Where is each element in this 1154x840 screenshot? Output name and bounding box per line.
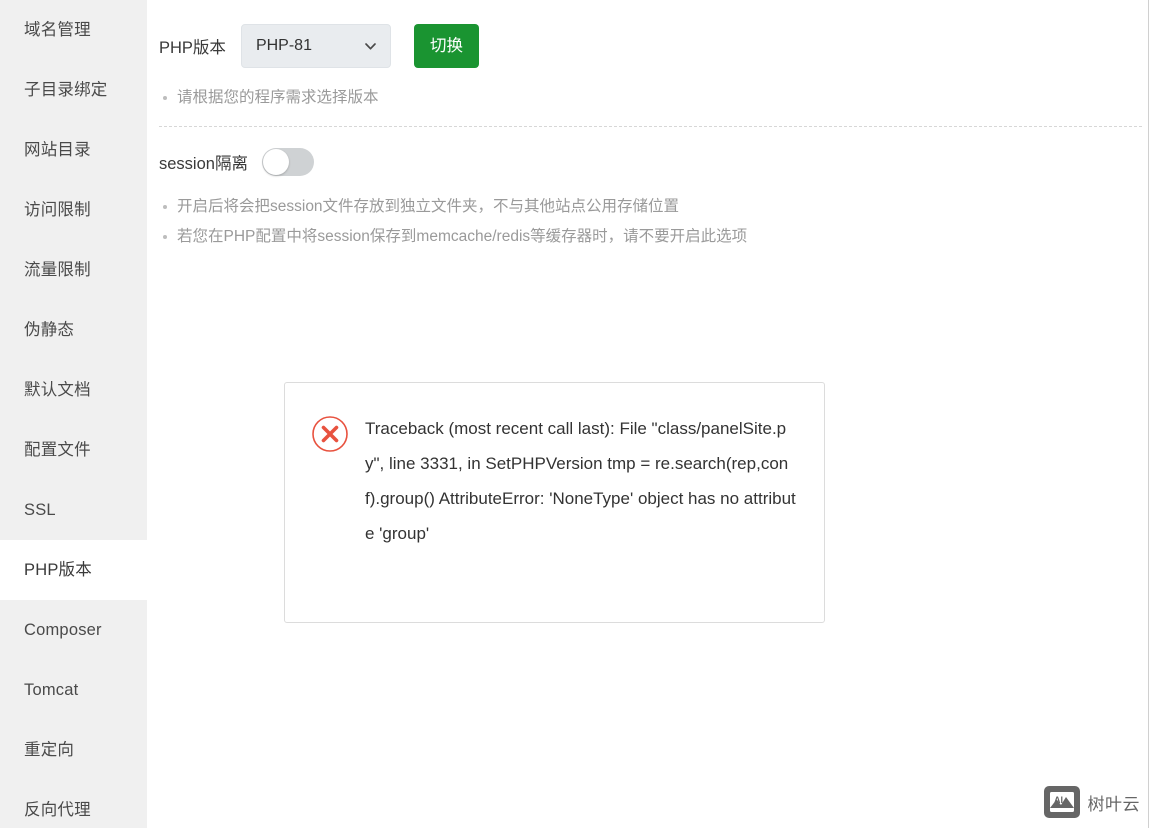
error-message-text: Traceback (most recent call last): File … (365, 419, 796, 543)
php-version-hint-item: 请根据您的程序需求选择版本 (163, 83, 1154, 113)
sidebar-item-redirect[interactable]: 重定向 (0, 720, 147, 780)
sidebar-item-label: 配置文件 (24, 441, 91, 459)
php-version-row: PHP版本 PHP-81 切换 (147, 0, 1154, 68)
main-content: PHP版本 PHP-81 切换 请根据您的程序需求选择版本 session隔离 (147, 0, 1154, 828)
sidebar-item-composer[interactable]: Composer (0, 600, 147, 660)
toggle-knob (262, 149, 289, 175)
sidebar-item-config-file[interactable]: 配置文件 (0, 420, 147, 480)
php-version-settings-page: 域名管理 子目录绑定 网站目录 访问限制 流量限制 伪静态 默认文档 配置文件 … (0, 0, 1154, 828)
sidebar-item-label: 反向代理 (24, 801, 91, 819)
sidebar-item-website-directory[interactable]: 网站目录 (0, 120, 147, 180)
switch-php-version-button[interactable]: 切换 (413, 24, 479, 68)
sidebar-item-label: SSL (24, 501, 56, 519)
session-hint-item: 若您在PHP配置中将session保存到memcache/redis等缓存器时，… (163, 222, 1154, 252)
chevron-down-icon (364, 40, 377, 53)
sidebar-item-domain-management[interactable]: 域名管理 (0, 0, 147, 60)
sidebar-item-ssl[interactable]: SSL (0, 480, 147, 540)
sidebar-item-label: 流量限制 (24, 261, 91, 279)
error-circle-x-icon (311, 415, 349, 453)
php-version-hints: 请根据您的程序需求选择版本 (147, 68, 1154, 113)
sidebar-item-subdirectory-binding[interactable]: 子目录绑定 (0, 60, 147, 120)
sidebar-item-label: 默认文档 (24, 381, 91, 399)
sidebar-item-tomcat[interactable]: Tomcat (0, 660, 147, 720)
session-isolation-label: session隔离 (159, 155, 248, 173)
svg-text:AI: AI (1054, 795, 1063, 805)
sidebar-item-php-version[interactable]: PHP版本 (0, 540, 147, 600)
sidebar-item-traffic-limit[interactable]: 流量限制 (0, 240, 147, 300)
sidebar-item-default-document[interactable]: 默认文档 (0, 360, 147, 420)
sidebar-item-pseudo-static[interactable]: 伪静态 (0, 300, 147, 360)
sidebar-item-access-restriction[interactable]: 访问限制 (0, 180, 147, 240)
watermark-text: 树叶云 (1087, 794, 1140, 814)
sidebar-item-label: Tomcat (24, 681, 79, 699)
site-settings-sidebar: 域名管理 子目录绑定 网站目录 访问限制 流量限制 伪静态 默认文档 配置文件 … (0, 0, 147, 828)
php-version-selected-value: PHP-81 (255, 37, 312, 54)
sidebar-item-label: Composer (24, 621, 102, 639)
sidebar-item-label: 域名管理 (24, 21, 91, 39)
php-version-select[interactable]: PHP-81 (240, 24, 391, 68)
window-right-border (1148, 0, 1149, 828)
sidebar-item-reverse-proxy[interactable]: 反向代理 (0, 780, 147, 840)
sidebar-item-label: 伪静态 (24, 321, 75, 339)
sidebar-item-label: 访问限制 (24, 201, 91, 219)
session-isolation-hints: 开启后将会把session文件存放到独立文件夹，不与其他站点公用存储位置 若您在… (147, 176, 1154, 252)
watermark: AI 树叶云 (1043, 786, 1141, 818)
session-isolation-row: session隔离 (147, 127, 1154, 176)
ai-image-badge-icon: AI (1043, 786, 1080, 818)
sidebar-item-label: 子目录绑定 (24, 81, 108, 99)
sidebar-item-label: PHP版本 (24, 561, 92, 579)
sidebar-item-label: 重定向 (24, 741, 75, 759)
php-version-label: PHP版本 (159, 39, 226, 57)
session-hint-item: 开启后将会把session文件存放到独立文件夹，不与其他站点公用存储位置 (163, 192, 1154, 222)
session-isolation-toggle[interactable] (261, 148, 314, 176)
error-message-dialog: Traceback (most recent call last): File … (284, 382, 825, 623)
sidebar-item-label: 网站目录 (24, 141, 91, 159)
